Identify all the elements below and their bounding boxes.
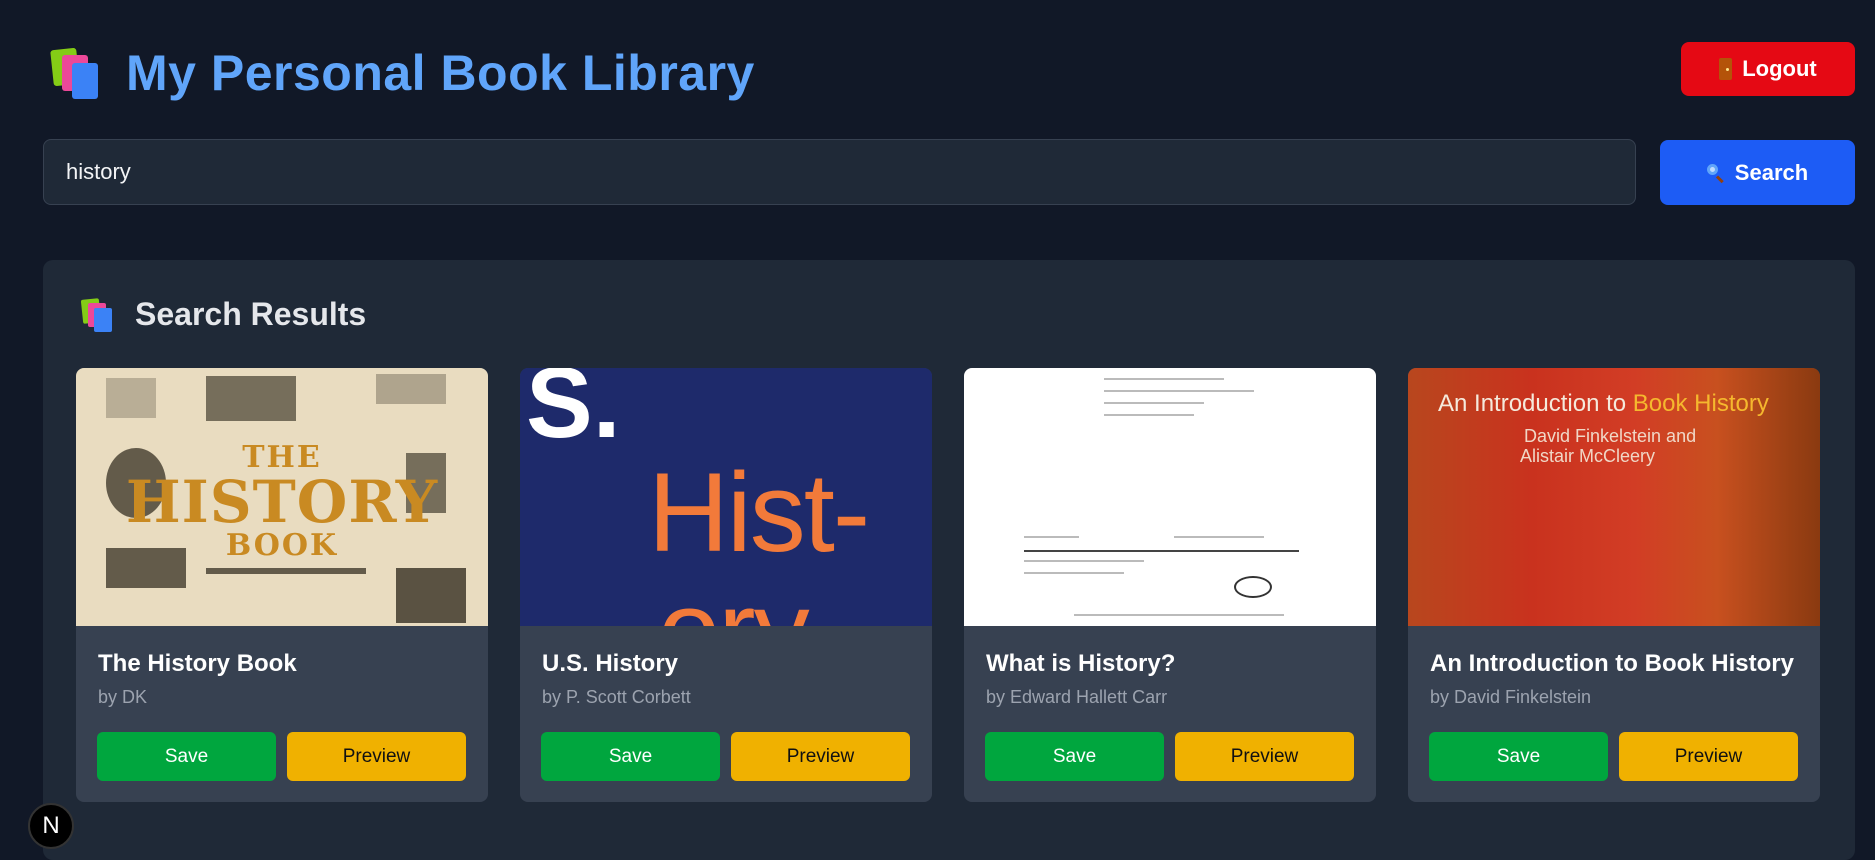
- logout-button[interactable]: Logout: [1681, 42, 1855, 96]
- book-card: An Introduction to Book History David Fi…: [1408, 368, 1820, 802]
- search-results-panel: Search Results THE HISTORY BOOK The Hist…: [43, 260, 1855, 860]
- search-button[interactable]: Search: [1660, 140, 1855, 205]
- page-title: My Personal Book Library: [126, 45, 755, 101]
- cover-authors: David Finkelstein and Alistair McCleery: [1520, 426, 1697, 466]
- book-card: THE HISTORY BOOK The History Book by DK …: [76, 368, 488, 802]
- book-cover[interactable]: An Introduction to Book History David Fi…: [1408, 368, 1820, 626]
- books-icon: [50, 47, 102, 99]
- save-button[interactable]: Save: [985, 732, 1164, 781]
- cover-text: S.: [526, 368, 621, 459]
- cover-text: ory: [658, 566, 810, 626]
- preview-button[interactable]: Preview: [731, 732, 910, 781]
- book-cover[interactable]: S. Hist- ory: [520, 368, 932, 626]
- book-cover[interactable]: [964, 368, 1376, 626]
- book-author: by David Finkelstein: [1430, 687, 1592, 707]
- search-button-label: Search: [1734, 159, 1809, 185]
- book-author: by P. Scott Corbett: [542, 687, 691, 707]
- save-button[interactable]: Save: [541, 732, 720, 781]
- preview-button[interactable]: Preview: [1175, 732, 1354, 781]
- search-input[interactable]: [43, 139, 1636, 205]
- book-author: by Edward Hallett Carr: [986, 687, 1168, 707]
- save-button[interactable]: Save: [1429, 732, 1608, 781]
- book-grid: THE HISTORY BOOK The History Book by DK …: [76, 368, 1820, 802]
- cover-text: Hist-: [648, 450, 870, 575]
- cover-title: An Introduction to Book History: [1438, 390, 1769, 417]
- results-title: Search Results: [135, 296, 367, 332]
- book-cover[interactable]: THE HISTORY BOOK: [76, 368, 488, 626]
- book-author: by DK: [98, 687, 148, 707]
- book-card: What is History? by Edward Hallett Carr …: [964, 368, 1376, 802]
- book-title[interactable]: An Introduction to Book History: [1430, 650, 1794, 678]
- book-title[interactable]: What is History?: [986, 650, 1175, 678]
- preview-button[interactable]: Preview: [287, 732, 466, 781]
- book-title[interactable]: U.S. History: [542, 650, 678, 678]
- book-title[interactable]: The History Book: [98, 650, 297, 678]
- app-header: My Personal Book Library: [50, 44, 755, 102]
- preview-button[interactable]: Preview: [1619, 732, 1798, 781]
- book-card: S. Hist- ory U.S. History by P. Scott Co…: [520, 368, 932, 802]
- cover-text: BOOK: [225, 528, 339, 563]
- door-icon: [1719, 58, 1733, 80]
- cover-text: HISTORY: [125, 468, 439, 536]
- logout-label: Logout: [1742, 56, 1817, 81]
- dev-tools-badge[interactable]: N: [28, 803, 74, 849]
- results-header: Search Results: [80, 296, 367, 333]
- magnifier-icon: [1706, 163, 1725, 182]
- books-icon: [80, 297, 115, 332]
- save-button[interactable]: Save: [97, 732, 276, 781]
